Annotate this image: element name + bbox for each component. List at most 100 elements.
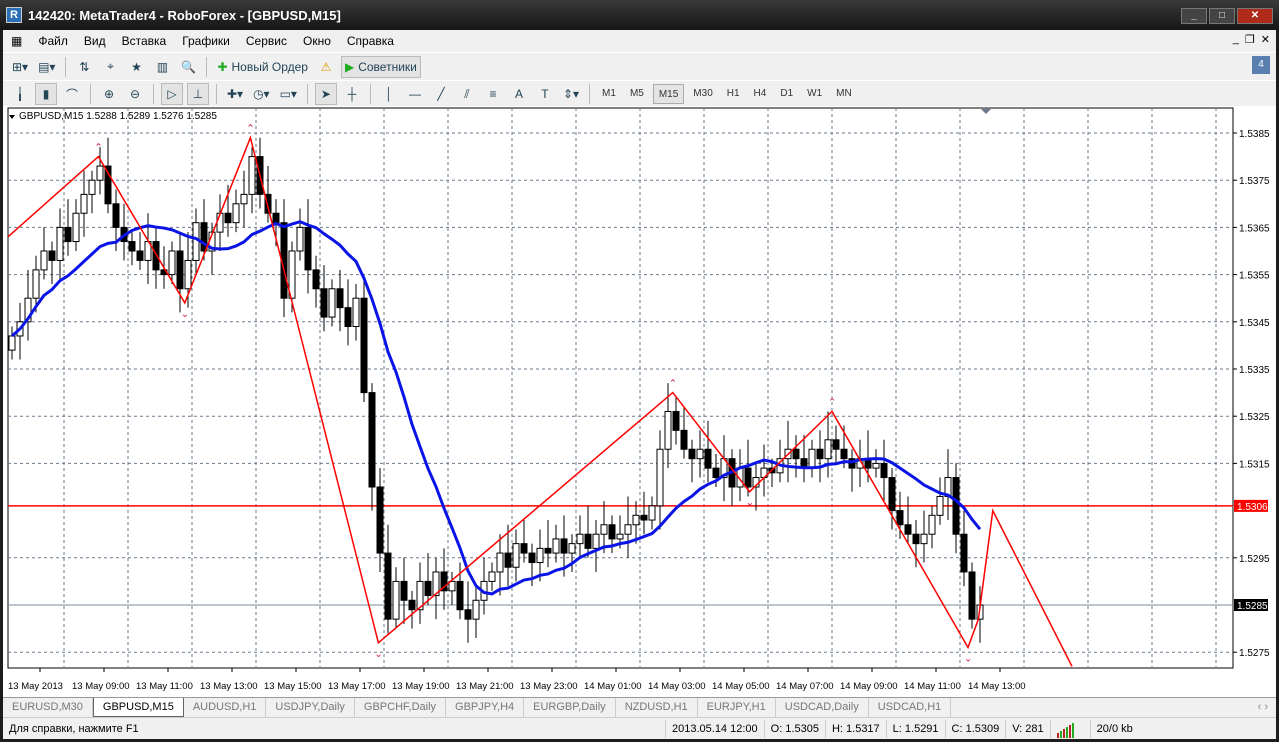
y-tick-label: 1.5365 xyxy=(1239,223,1270,234)
fractal-up-arrow: ⌃ xyxy=(669,379,677,390)
candle-bull xyxy=(296,226,304,252)
chart-tab[interactable]: EURUSD,M30 xyxy=(3,698,93,717)
mdi-restore-icon[interactable]: ❐ xyxy=(1245,33,1255,46)
menu-insert[interactable]: Вставка xyxy=(114,34,175,48)
tester-icon[interactable]: 🔍 xyxy=(177,56,199,78)
menu-charts[interactable]: Графики xyxy=(174,34,238,48)
chart-tab[interactable]: EURJPY,H1 xyxy=(698,698,776,717)
chart-tab[interactable]: USDCAD,Daily xyxy=(776,698,869,717)
data-window-icon[interactable]: ⌖ xyxy=(99,56,121,78)
candle-bull xyxy=(488,571,496,582)
vertical-line-icon[interactable]: │ xyxy=(378,83,400,105)
text-label-icon[interactable]: T xyxy=(534,83,556,105)
status-volume: V: 281 xyxy=(1005,719,1049,738)
new-order-button[interactable]: ✚ Новый Ордер xyxy=(214,56,311,78)
candle-bull xyxy=(624,524,632,535)
maximize-button[interactable]: □ xyxy=(1209,8,1235,24)
candle-bear xyxy=(272,212,280,224)
chart-tab[interactable]: GBPJPY,H4 xyxy=(446,698,525,717)
candle-bull xyxy=(576,533,584,545)
candle-bear xyxy=(136,250,144,261)
menu-file[interactable]: Файл xyxy=(30,34,76,48)
text-icon[interactable]: A xyxy=(508,83,530,105)
templates-icon[interactable]: ▭▾ xyxy=(277,83,300,105)
candle-bear xyxy=(904,524,912,535)
candle-bear xyxy=(712,467,720,479)
chart-window[interactable]: 1.5385 1.5375 1.5365 1.5355 1.5345 1.5335 1.53… xyxy=(3,106,1276,697)
minimize-button[interactable]: _ xyxy=(1181,8,1207,24)
fibonacci-icon[interactable]: ≡ xyxy=(482,83,504,105)
candle-bear xyxy=(704,448,712,469)
timeframe-h4[interactable]: H4 xyxy=(749,84,772,104)
mdi-close-icon[interactable]: ✕ xyxy=(1261,33,1270,46)
chart-tab[interactable]: USDJPY,Daily xyxy=(266,698,355,717)
candle-bull xyxy=(936,495,944,516)
timeframe-d1[interactable]: D1 xyxy=(775,84,798,104)
timeframe-m15[interactable]: M15 xyxy=(652,84,685,104)
timeframe-mn[interactable]: MN xyxy=(831,84,857,104)
candle-bear xyxy=(960,533,968,573)
connection-status-icon[interactable] xyxy=(1049,719,1090,738)
candle-bear xyxy=(896,510,904,526)
candle-bear xyxy=(400,580,408,601)
metaeditor-icon[interactable]: ⚠ xyxy=(315,56,337,78)
market-watch-icon[interactable]: ⇅ xyxy=(73,56,95,78)
tab-scroll-arrows[interactable]: ‹ › xyxy=(1258,698,1276,717)
candle-bear xyxy=(560,538,568,554)
menu-view[interactable]: Вид xyxy=(76,34,114,48)
periods-clock-icon[interactable]: ◷▾ xyxy=(250,83,273,105)
menu-tools[interactable]: Сервис xyxy=(238,34,295,48)
close-button[interactable]: ✕ xyxy=(1237,8,1273,24)
chart-tab[interactable]: USDCAD,H1 xyxy=(869,698,952,717)
zoom-out-icon[interactable]: ⊖ xyxy=(124,83,146,105)
candlestick-icon[interactable]: ▮ xyxy=(35,83,57,105)
status-bar: Для справки, нажмите F1 2013.05.14 12:00… xyxy=(3,717,1276,739)
experts-button[interactable]: ▶ Советники xyxy=(340,55,421,78)
candle-bear xyxy=(344,307,352,328)
mdi-minimize-icon[interactable]: _ xyxy=(1233,33,1239,46)
chart-tab[interactable]: NZDUSD,H1 xyxy=(616,698,698,717)
new-chart-icon[interactable]: ⊞▾ xyxy=(9,56,31,78)
profiles-icon[interactable]: ▤▾ xyxy=(35,56,58,78)
timeframe-m30[interactable]: M30 xyxy=(688,84,717,104)
candle-bull xyxy=(496,552,504,573)
separator xyxy=(589,84,591,104)
timeframe-m1[interactable]: M1 xyxy=(597,84,621,104)
x-tick-label: 13 May 19:00 xyxy=(392,681,450,692)
horizontal-line-icon[interactable]: — xyxy=(404,83,426,105)
cursor-icon[interactable]: ➤ xyxy=(314,83,337,105)
chart-tab[interactable]: GBPCHF,Daily xyxy=(355,698,447,717)
candle-bull xyxy=(328,288,336,318)
timeframe-w1[interactable]: W1 xyxy=(802,84,827,104)
price-chart[interactable]: 1.5385 1.5375 1.5365 1.5355 1.5345 1.5335 1.53… xyxy=(3,106,1276,697)
line-chart-icon[interactable]: ⌒ xyxy=(61,83,83,105)
chart-tab[interactable]: GBPUSD,M15 xyxy=(92,698,184,717)
menu-help[interactable]: Справка xyxy=(339,34,402,48)
crosshair-icon[interactable]: ┼ xyxy=(341,83,363,105)
trendline-icon[interactable]: ╱ xyxy=(430,83,452,105)
terminal-icon[interactable]: ▥ xyxy=(151,56,173,78)
chart-tab[interactable]: EURGBP,Daily xyxy=(524,698,616,717)
candle-bull xyxy=(72,212,80,243)
separator xyxy=(65,56,67,77)
candle-bull xyxy=(568,543,576,554)
indicators-icon[interactable]: ✚▾ xyxy=(224,83,246,105)
menu-window[interactable]: Окно xyxy=(295,34,339,48)
candle-bear xyxy=(48,250,56,261)
autoscroll-icon[interactable]: ▷ xyxy=(161,83,183,105)
zoom-in-icon[interactable]: ⊕ xyxy=(98,83,120,105)
chart-window-icon[interactable]: ▦ xyxy=(3,34,30,48)
equidistant-channel-icon[interactable]: ⫽ xyxy=(456,83,478,105)
chart-tab[interactable]: AUDUSD,H1 xyxy=(184,698,267,717)
timeframe-h1[interactable]: H1 xyxy=(722,84,745,104)
chart-shift-icon[interactable]: ⊥ xyxy=(187,83,209,105)
candle-bear xyxy=(368,392,376,488)
timeframe-m5[interactable]: M5 xyxy=(625,84,649,104)
candle-bear xyxy=(200,222,208,252)
candle-bear xyxy=(880,462,888,479)
menu-bar: ▦ Файл Вид Вставка Графики Сервис Окно С… xyxy=(3,30,1276,52)
arrows-icon[interactable]: ⇕▾ xyxy=(560,83,582,105)
navigator-icon[interactable]: ★ xyxy=(125,56,147,78)
bar-chart-icon[interactable]: ╽ xyxy=(9,83,31,105)
notifications-badge[interactable]: 4 xyxy=(1252,56,1270,74)
